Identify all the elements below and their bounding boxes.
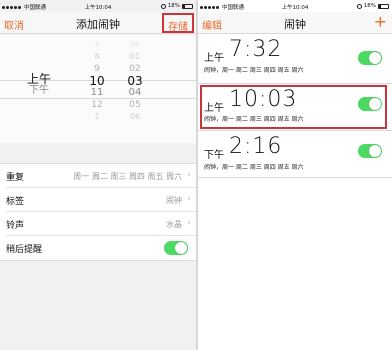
status-bar: 中国联通 上午10:04 18% xyxy=(198,0,392,12)
alarm-list-screen: 中国联通 上午10:04 18% 编辑 闹钟 + 上午 7:32 闹钟，周一 周… xyxy=(198,0,392,350)
label-value: 闹钟 xyxy=(166,196,182,205)
time-picker[interactable]: 上午 下午 7 8 9 10 11 12 1 00 01 02 03 04 05… xyxy=(0,35,196,143)
snooze-toggle[interactable] xyxy=(164,241,188,255)
alarm-ampm: 上午 xyxy=(204,53,224,64)
chevron-right-icon: › xyxy=(187,194,191,204)
hour-option[interactable]: 8 xyxy=(82,51,112,63)
ampm-pm[interactable]: 下午 xyxy=(24,85,54,97)
minute-option[interactable]: 05 xyxy=(120,99,150,111)
alarm-settings-list: 重复 周一 周二 周三 周四 周五 周六 › 标签 闹钟 › 铃声 水晶 › 稍… xyxy=(0,163,196,261)
add-alarm-screen: 中国联通 上午10:04 18% 取消 添加闹钟 存储 上午 下午 7 8 9 … xyxy=(0,0,196,350)
alarm-row[interactable]: 下午 2:16 闹钟，周一 周二 周三 周四 周五 周六 xyxy=(198,132,392,178)
repeat-label: 重复 xyxy=(6,173,25,183)
alarm-status-icon xyxy=(356,3,362,9)
alarm-toggle[interactable] xyxy=(358,51,382,65)
repeat-value: 周一 周二 周三 周四 周五 周六 xyxy=(73,172,182,181)
status-right: 18% xyxy=(356,3,389,9)
nav-bar: 编辑 闹钟 + xyxy=(198,12,392,34)
nav-bar: 取消 添加闹钟 存储 xyxy=(0,12,196,34)
hour-option-selected[interactable]: 10 xyxy=(82,75,112,87)
battery-percent: 18% xyxy=(363,3,376,9)
hour-wheel[interactable]: 7 8 9 10 11 12 1 xyxy=(82,39,112,123)
battery-icon xyxy=(378,3,389,9)
alarm-status-icon xyxy=(160,3,166,9)
minute-option[interactable]: 04 xyxy=(120,87,150,99)
chevron-right-icon: › xyxy=(187,218,191,228)
alarm-subtitle: 闹钟，周一 周二 周三 周四 周五 周六 xyxy=(204,67,304,74)
hour-option[interactable]: 7 xyxy=(82,39,112,51)
chevron-right-icon: › xyxy=(187,170,191,180)
hour-option[interactable]: 11 xyxy=(82,87,112,99)
sound-row[interactable]: 铃声 水晶 › xyxy=(6,212,196,236)
sound-label: 铃声 xyxy=(6,221,25,231)
snooze-label: 稍后提醒 xyxy=(6,245,43,255)
battery-percent: 18% xyxy=(167,3,180,9)
alarm-toggle[interactable] xyxy=(358,144,382,158)
minute-wheel[interactable]: 00 01 02 03 04 05 06 xyxy=(120,39,150,123)
alarm-time: 7:32 xyxy=(229,37,283,62)
battery-icon xyxy=(182,3,193,9)
page-title: 闹钟 xyxy=(284,18,306,31)
sound-value: 水晶 xyxy=(166,220,182,229)
label-label: 标签 xyxy=(6,197,25,207)
snooze-row: 稍后提醒 xyxy=(6,236,196,260)
alarm-row[interactable]: 上午 7:32 闹钟，周一 周二 周三 周四 周五 周六 xyxy=(198,35,392,84)
alarm-time: 2:16 xyxy=(229,134,283,159)
alarm-ampm: 下午 xyxy=(204,150,224,161)
repeat-row[interactable]: 重复 周一 周二 周三 周四 周五 周六 › xyxy=(6,164,196,188)
minute-option-selected[interactable]: 03 xyxy=(120,75,150,87)
highlight-box xyxy=(200,85,387,129)
add-alarm-button[interactable]: + xyxy=(374,12,387,31)
ampm-wheel[interactable]: 上午 下午 xyxy=(24,73,54,97)
status-right: 18% xyxy=(160,3,193,9)
status-bar: 中国联通 上午10:04 18% xyxy=(0,0,196,12)
minute-option[interactable]: 06 xyxy=(120,111,150,123)
ampm-am[interactable]: 上午 xyxy=(24,73,54,85)
minute-option[interactable]: 01 xyxy=(120,51,150,63)
alarm-subtitle: 闹钟，周一 周二 周三 周四 周五 周六 xyxy=(204,164,304,171)
hour-option[interactable]: 12 xyxy=(82,99,112,111)
label-row[interactable]: 标签 闹钟 › xyxy=(6,188,196,212)
save-button[interactable]: 存储 xyxy=(162,13,194,33)
minute-option[interactable]: 00 xyxy=(120,39,150,51)
hour-option[interactable]: 1 xyxy=(82,111,112,123)
